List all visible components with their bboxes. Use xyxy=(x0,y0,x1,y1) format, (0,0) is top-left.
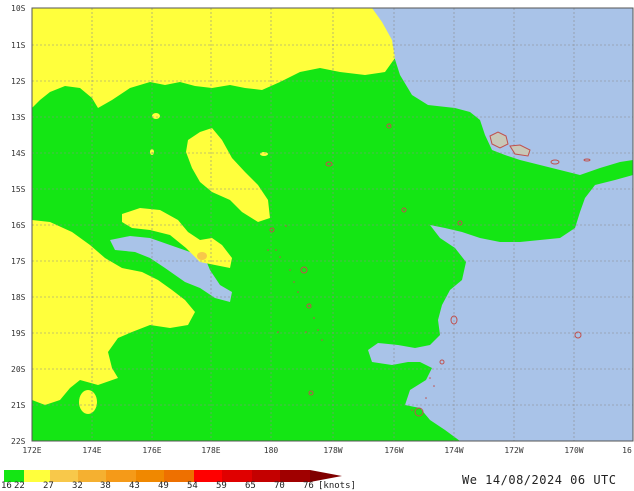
wind-blob xyxy=(260,152,268,156)
lon-label: 176W xyxy=(384,446,403,455)
lon-label: 174E xyxy=(82,446,101,455)
wind-blob xyxy=(152,113,160,119)
lon-label: 178W xyxy=(323,446,342,455)
lon-label: 176E xyxy=(142,446,161,455)
lon-label: 16 xyxy=(622,446,632,455)
wind-blob xyxy=(79,390,97,414)
lat-label: 21S xyxy=(11,401,26,410)
lat-label: 22S xyxy=(11,437,26,446)
longitude-labels: 172E 174E 176E 178E 180 178W 176W 174W 1… xyxy=(22,446,632,455)
lat-label: 16S xyxy=(11,221,26,230)
lat-label: 18S xyxy=(11,293,26,302)
legend-colorbar xyxy=(4,470,342,482)
lon-label: 172E xyxy=(22,446,41,455)
wind-map: 10S 11S 12S 13S 14S 15S 16S 17S 18S 19S … xyxy=(4,4,634,482)
lon-label: 172W xyxy=(504,446,523,455)
lat-label: 20S xyxy=(11,365,26,374)
valid-time-label: We 14/08/2024 06 UTC xyxy=(462,473,617,487)
lat-label: 15S xyxy=(11,185,26,194)
lat-label: 19S xyxy=(11,329,26,338)
lat-label: 11S xyxy=(11,41,26,50)
wind-blob xyxy=(96,312,112,324)
lat-label: 14S xyxy=(11,149,26,158)
lon-label: 174W xyxy=(444,446,463,455)
wind-blob xyxy=(197,252,207,260)
lon-label: 170W xyxy=(564,446,583,455)
latitude-labels: 10S 11S 12S 13S 14S 15S 16S 17S 18S 19S … xyxy=(11,4,26,446)
wind-blob xyxy=(204,163,216,173)
lat-label: 12S xyxy=(11,77,26,86)
lon-label: 180 xyxy=(264,446,279,455)
lat-label: 17S xyxy=(11,257,26,266)
lat-label: 13S xyxy=(11,113,26,122)
lat-label: 10S xyxy=(11,4,26,13)
lon-label: 178E xyxy=(201,446,220,455)
